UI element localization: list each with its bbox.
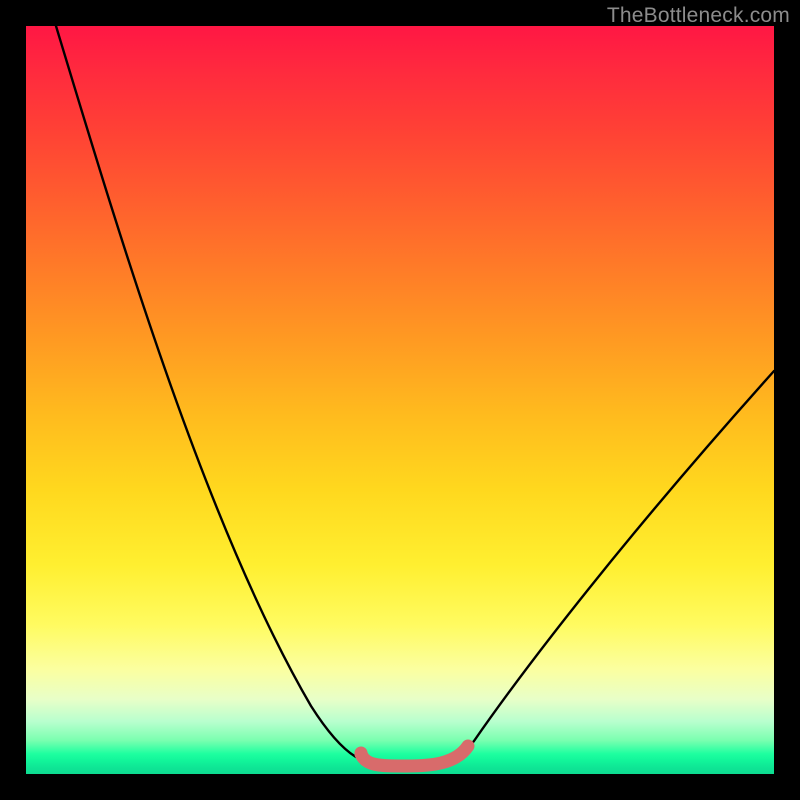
curve-highlight-dot	[355, 747, 368, 760]
chart-frame: TheBottleneck.com	[0, 0, 800, 800]
bottleneck-curve	[56, 26, 774, 766]
bottleneck-curve-svg	[26, 26, 774, 774]
plot-area	[26, 26, 774, 774]
curve-highlight-segment	[361, 746, 468, 766]
watermark-text: TheBottleneck.com	[607, 4, 790, 28]
